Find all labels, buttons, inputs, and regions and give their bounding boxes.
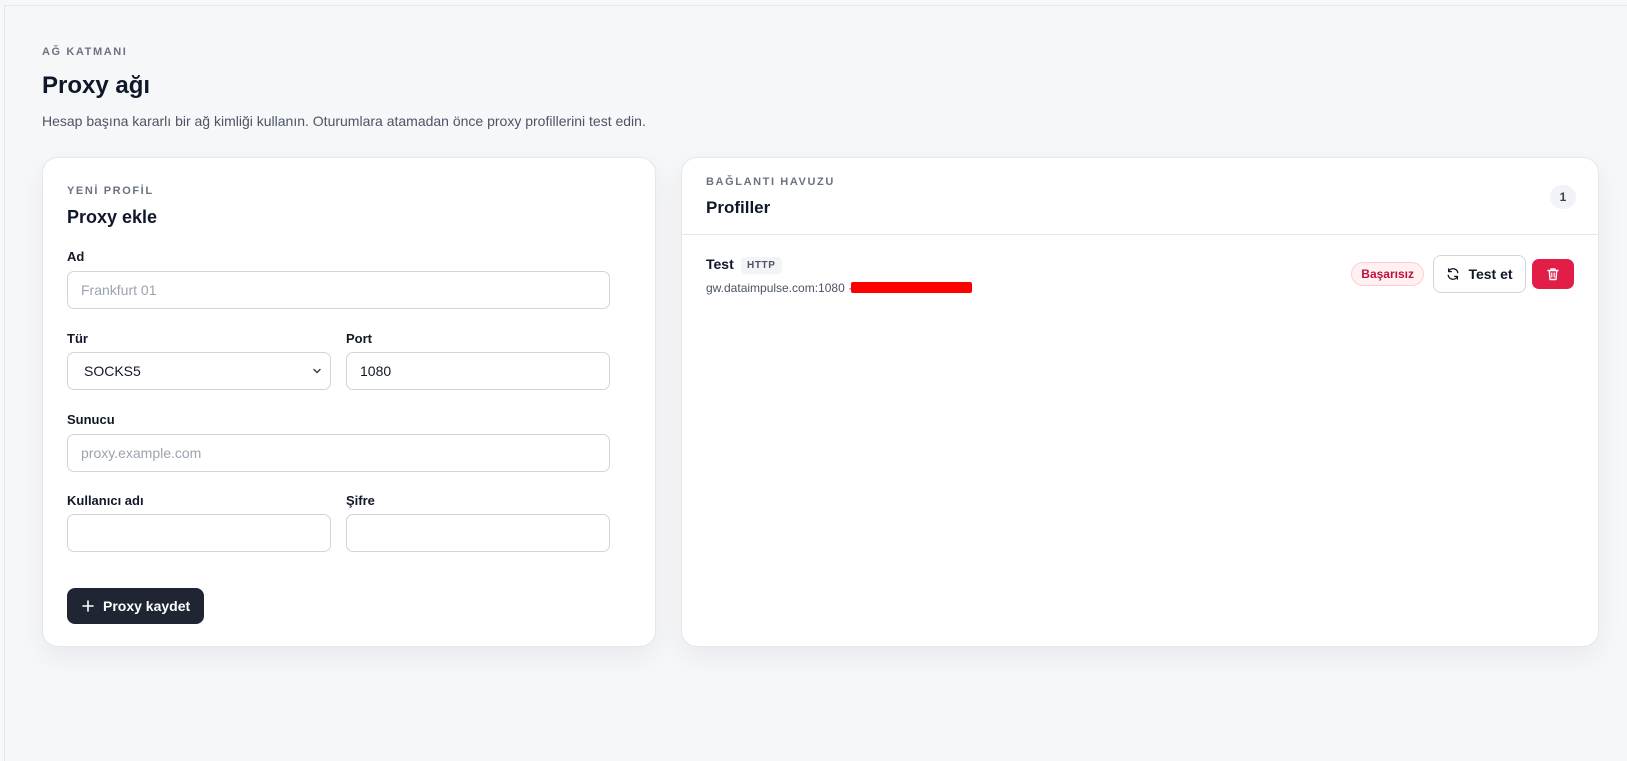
save-proxy-label: Proxy kaydet [103, 598, 191, 614]
username-label: Kullanıcı adı [67, 493, 144, 508]
save-proxy-button[interactable]: Proxy kaydet [67, 588, 205, 624]
type-select-wrap: SOCKS5 [67, 352, 331, 390]
username-input[interactable] [67, 514, 331, 552]
profile-host: gw.dataimpulse.com:1080 · [706, 281, 853, 295]
port-label: Port [346, 331, 372, 346]
password-label: Şifre [346, 493, 375, 508]
profile-name: Test [706, 256, 734, 272]
profile-row: Test HTTP gw.dataimpulse.com:1080 · Başa… [682, 235, 1598, 313]
type-label: Tür [67, 331, 88, 346]
status-badge: Başarısız [1351, 262, 1424, 286]
host-label: Sunucu [67, 412, 115, 427]
pool-eyebrow: BAĞLANTI HAVUZU [706, 176, 835, 188]
name-label: Ad [67, 249, 85, 264]
new-profile-eyebrow: YENİ PROFİL [67, 185, 154, 197]
test-proxy-button[interactable]: Test et [1433, 255, 1526, 293]
refresh-icon [1447, 268, 1459, 280]
type-select[interactable]: SOCKS5 [67, 352, 331, 390]
redacted-credentials [851, 282, 972, 293]
profiles-card: BAĞLANTI HAVUZU Profiller 1 Test HTTP gw… [681, 157, 1599, 647]
trash-icon [1547, 268, 1559, 281]
host-input[interactable] [67, 434, 610, 472]
name-input[interactable] [67, 271, 610, 309]
profile-type-badge: HTTP [741, 257, 782, 274]
page-description: Hesap başına kararlı bir ağ kimliği kull… [42, 113, 646, 129]
profile-count-badge: 1 [1550, 185, 1576, 209]
port-input[interactable] [346, 352, 610, 390]
page-eyebrow: AĞ KATMANI [42, 46, 128, 58]
new-profile-card: YENİ PROFİL Proxy ekle Ad Tür SOCKS5 Por… [42, 157, 656, 647]
new-profile-title: Proxy ekle [67, 207, 158, 227]
test-proxy-label: Test et [1468, 266, 1513, 282]
plus-icon [82, 600, 94, 612]
delete-proxy-button[interactable] [1532, 259, 1574, 289]
app-frame: AĞ KATMANI Proxy ağı Hesap başına kararl… [4, 5, 1627, 761]
page-title: Proxy ağı [42, 72, 151, 99]
profiles-title: Profiller [706, 198, 771, 217]
profiles-header: BAĞLANTI HAVUZU Profiller 1 [682, 158, 1598, 235]
password-input[interactable] [346, 514, 610, 552]
